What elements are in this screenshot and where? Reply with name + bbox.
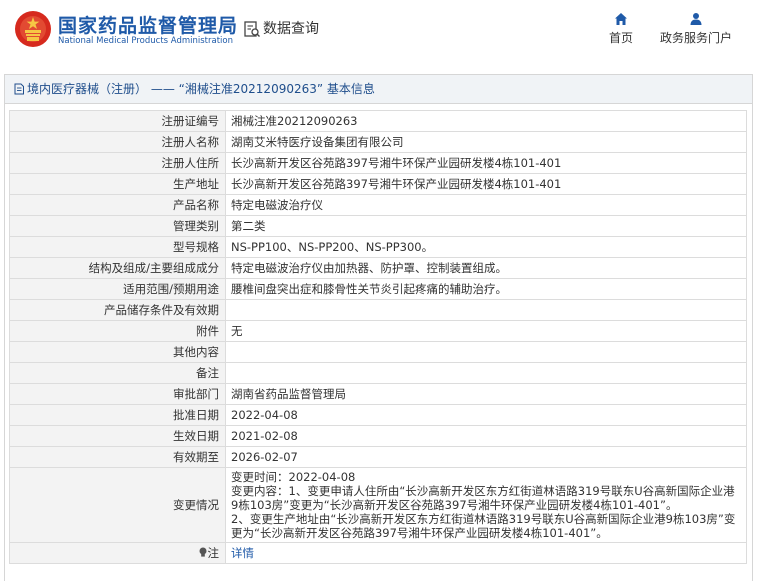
table-row: 批准日期 2022-04-08: [9, 404, 747, 426]
field-label: 批准日期: [9, 404, 226, 426]
field-value: NS-PP100、NS-PP200、NS-PP300。: [225, 236, 747, 258]
field-value: 无: [225, 320, 747, 342]
table-row: 其他内容: [9, 341, 747, 363]
data-query-link[interactable]: 数据查询: [243, 18, 319, 38]
field-label: 型号规格: [9, 236, 226, 258]
field-value: 长沙高新开发区谷苑路397号湘牛环保产业园研发楼4栋101-401: [225, 152, 747, 174]
table-row: 生效日期 2021-02-08: [9, 425, 747, 447]
field-label: 变更情况: [9, 467, 226, 543]
note-value: 详情: [225, 542, 747, 564]
table-row: 产品储存条件及有效期: [9, 299, 747, 321]
field-label: 注册人名称: [9, 131, 226, 153]
table-row-changes: 变更情况 变更时间：2022-04-08 变更内容：1、变更申请人住所由“长沙高…: [9, 467, 747, 543]
field-value: 2021-02-08: [225, 425, 747, 447]
registration-info-table: 注册证编号 湘械注准20212090263 注册人名称 湖南艾米特医疗设备集团有限公…: [9, 110, 747, 564]
field-value: 特定电磁波治疗仪由加热器、防护罩、控制装置组成。: [225, 257, 747, 279]
breadcrumb-separator: ——: [150, 82, 175, 96]
table-row: 型号规格 NS-PP100、NS-PP200、NS-PP300。: [9, 236, 747, 258]
field-value: 腰椎间盘突出症和膝骨性关节炎引起疼痛的辅助治疗。: [225, 278, 747, 300]
table-row: 注册证编号 湘械注准20212090263: [9, 110, 747, 132]
field-value: 2022-04-08: [225, 404, 747, 426]
lightbulb-icon: [199, 547, 206, 557]
change-content-2: 2、变更生产地址由“长沙高新开发区东方红街道林语路319号联东U谷高新国际企业港…: [231, 512, 736, 540]
field-label: 产品储存条件及有效期: [9, 299, 226, 321]
table-row: 结构及组成/主要组成成分 特定电磁波治疗仪由加热器、防护罩、控制装置组成。: [9, 257, 747, 279]
document-icon: [14, 83, 24, 95]
national-emblem-logo[interactable]: [14, 10, 52, 48]
table-row: 附件无: [9, 320, 747, 342]
field-label: 注册证编号: [9, 110, 226, 132]
table-row: 适用范围/预期用途 腰椎间盘突出症和膝骨性关节炎引起疼痛的辅助治疗。: [9, 278, 747, 300]
detail-panel: 境内医疗器械（注册） —— “湘械注准20212090263” 基本信息 注册证…: [4, 74, 753, 581]
field-label: 适用范围/预期用途: [9, 278, 226, 300]
note-label: 注: [207, 546, 220, 560]
field-label: 审批部门: [9, 383, 226, 405]
field-value: 特定电磁波治疗仪: [225, 194, 747, 216]
field-label: 有效期至: [9, 446, 226, 468]
field-value: 湖南艾米特医疗设备集团有限公司: [225, 131, 747, 153]
site-header: 国家药品监督管理局 National Medical Products Admi…: [0, 0, 757, 62]
field-label: 产品名称: [9, 194, 226, 216]
brand-title[interactable]: 国家药品监督管理局: [58, 11, 238, 38]
changes-value: 变更时间：2022-04-08 变更内容：1、变更申请人住所由“长沙高新开发区东…: [225, 467, 747, 543]
table-row: 审批部门 湖南省药品监督管理局: [9, 383, 747, 405]
nav-home[interactable]: 首页: [606, 12, 636, 46]
field-label: 其他内容: [9, 341, 226, 363]
field-value: 长沙高新开发区谷苑路397号湘牛环保产业园研发楼4栋101-401: [225, 173, 747, 195]
table-row: 注册人住所 长沙高新开发区谷苑路397号湘牛环保产业园研发楼4栋101-401: [9, 152, 747, 174]
field-value: 2026-02-07: [225, 446, 747, 468]
table-row: 产品名称 特定电磁波治疗仪: [9, 194, 747, 216]
note-label-cell: 注: [9, 542, 226, 564]
field-label: 生产地址: [9, 173, 226, 195]
field-value: [225, 341, 747, 363]
field-label: 附件: [9, 320, 226, 342]
field-value: 湖南省药品监督管理局: [225, 383, 747, 405]
home-icon: [615, 13, 627, 25]
change-content-1: 变更内容：1、变更申请人住所由“长沙高新开发区东方红街道林语路319号联东U谷高…: [231, 484, 735, 512]
table-row: 有效期至 2026-02-07: [9, 446, 747, 468]
field-value: [225, 299, 747, 321]
breadcrumb-suffix: 基本信息: [326, 82, 375, 96]
table-row: 管理类别 第二类: [9, 215, 747, 237]
nav-government-services-label: 政务服务门户: [659, 31, 732, 45]
search-document-icon: [244, 21, 260, 37]
table-row: 生产地址 长沙高新开发区谷苑路397号湘牛环保产业园研发楼4栋101-401: [9, 173, 747, 195]
field-value: [225, 362, 747, 384]
field-label: 注册人住所: [9, 152, 226, 174]
details-link[interactable]: 详情: [231, 546, 254, 560]
nav-home-label: 首页: [608, 31, 633, 45]
field-label: 管理类别: [9, 215, 226, 237]
breadcrumb-record: “湘械注准20212090263”: [178, 82, 324, 96]
field-label: 结构及组成/主要组成成分: [9, 257, 226, 279]
field-value: 湘械注准20212090263: [225, 110, 747, 132]
field-label: 备注: [9, 362, 226, 384]
nav-government-services[interactable]: 政务服务门户: [658, 12, 734, 46]
field-label: 生效日期: [9, 425, 226, 447]
breadcrumb: 境内医疗器械（注册） —— “湘械注准20212090263” 基本信息: [5, 75, 752, 104]
brand-subtitle: National Medical Products Administration: [58, 36, 233, 46]
change-time: 变更时间：2022-04-08: [231, 470, 356, 484]
data-query-label: 数据查询: [263, 21, 319, 37]
table-row-note: 注 详情: [9, 542, 747, 564]
table-row: 注册人名称 湖南艾米特医疗设备集团有限公司: [9, 131, 747, 153]
breadcrumb-category[interactable]: 境内医疗器械（注册）: [27, 82, 147, 96]
person-icon: [690, 13, 702, 25]
table-row: 备注: [9, 362, 747, 384]
field-value: 第二类: [225, 215, 747, 237]
